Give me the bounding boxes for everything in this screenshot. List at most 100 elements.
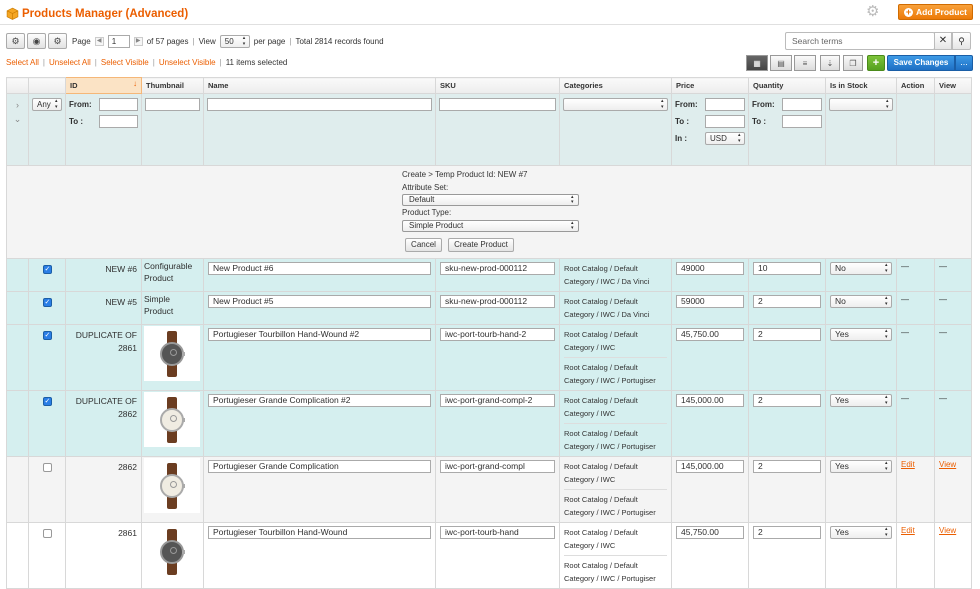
price-input[interactable]: 49000 bbox=[676, 262, 744, 275]
create-product-button[interactable]: Create Product bbox=[448, 238, 514, 252]
settings-gear-icon[interactable]: ⚙ bbox=[6, 33, 25, 49]
name-input[interactable]: Portugieser Grande Complication bbox=[208, 460, 431, 473]
stock-select[interactable]: Yes bbox=[830, 394, 892, 407]
price-input[interactable]: 45,750.00 bbox=[676, 328, 744, 341]
row-checkbox[interactable] bbox=[42, 265, 52, 274]
select-all-link[interactable]: Select All bbox=[6, 58, 39, 67]
col-name[interactable]: Name bbox=[203, 77, 436, 94]
col-quantity[interactable]: Quantity bbox=[748, 77, 826, 94]
col-price[interactable]: Price bbox=[671, 77, 749, 94]
add-product-button[interactable]: + Add Product bbox=[898, 4, 973, 20]
row-checkbox[interactable] bbox=[42, 331, 52, 340]
stock-select[interactable]: Yes bbox=[830, 526, 892, 539]
product-thumbnail[interactable] bbox=[144, 392, 200, 447]
stock-select[interactable]: Yes bbox=[830, 328, 892, 341]
row-checkbox[interactable] bbox=[42, 463, 52, 472]
quantity-input[interactable]: 2 bbox=[753, 394, 821, 407]
qty-to-input[interactable] bbox=[782, 115, 822, 128]
name-input[interactable]: Portugieser Tourbillon Hand-Wound bbox=[208, 526, 431, 539]
stock-select[interactable]: No bbox=[830, 295, 892, 308]
id-to-input[interactable] bbox=[99, 115, 138, 128]
sku-input[interactable]: sku-new-prod-000112 bbox=[440, 262, 555, 275]
pager: Page ◀ 1 ▶ of 57 pages | View 50 per pag… bbox=[72, 34, 384, 48]
gear-icon[interactable]: ⚙ bbox=[866, 4, 882, 20]
col-stock[interactable]: Is in Stock bbox=[825, 77, 897, 94]
next-page-icon[interactable]: ▶ bbox=[133, 36, 143, 46]
price-input[interactable]: 45,750.00 bbox=[676, 526, 744, 539]
table-row: 2861 Portugieser Tourbillon Hand-Wound i… bbox=[6, 522, 972, 589]
cancel-button[interactable]: Cancel bbox=[405, 238, 442, 252]
sku-input[interactable]: iwc-port-grand-compl bbox=[440, 460, 555, 473]
sort-icon[interactable]: ⇣ bbox=[820, 55, 840, 71]
quantity-input[interactable]: 2 bbox=[753, 328, 821, 341]
name-input[interactable]: New Product #6 bbox=[208, 262, 431, 275]
qty-from-input[interactable] bbox=[782, 98, 822, 111]
save-changes-button[interactable]: Save Changes bbox=[887, 55, 955, 71]
price-to-input[interactable] bbox=[705, 115, 745, 128]
edit-link[interactable]: Edit bbox=[901, 460, 915, 469]
plus-icon: + bbox=[904, 6, 913, 17]
grid-view-icon[interactable]: ▦ bbox=[746, 55, 768, 71]
sku-input[interactable]: sku-new-prod-000112 bbox=[440, 295, 555, 308]
watch-image bbox=[160, 462, 185, 509]
view-link[interactable]: View bbox=[939, 526, 956, 535]
more-actions-button[interactable]: ... bbox=[955, 55, 973, 71]
price-from-input[interactable] bbox=[705, 98, 745, 111]
sku-input[interactable]: iwc-port-grand-compl-2 bbox=[440, 394, 555, 407]
per-page-select[interactable]: 50 bbox=[219, 34, 250, 48]
product-thumbnail[interactable] bbox=[144, 458, 200, 513]
sku-input[interactable]: iwc-port-tourb-hand bbox=[440, 526, 555, 539]
copy-icon[interactable]: ❐ bbox=[843, 55, 863, 71]
stock-select[interactable]: No bbox=[830, 262, 892, 275]
page-input[interactable]: 1 bbox=[107, 34, 130, 48]
product-thumbnail[interactable] bbox=[144, 524, 200, 579]
chevron-right-icon[interactable]: › bbox=[10, 100, 25, 110]
configure-gears-icon[interactable]: ⚙ bbox=[48, 33, 67, 49]
id-from-input[interactable] bbox=[99, 98, 138, 111]
price-input[interactable]: 145,000.00 bbox=[676, 460, 744, 473]
view-link[interactable]: View bbox=[939, 460, 956, 469]
thumbnail-filter[interactable] bbox=[145, 98, 200, 111]
select-filter[interactable]: Any bbox=[32, 98, 62, 111]
list-view-icon[interactable]: ▤ bbox=[770, 55, 792, 71]
search-icon[interactable]: ⚲ bbox=[952, 32, 971, 50]
quantity-input[interactable]: 2 bbox=[753, 295, 821, 308]
stock-filter[interactable] bbox=[829, 98, 893, 111]
clear-search-icon[interactable]: ✕ bbox=[934, 32, 952, 50]
chevron-down-icon[interactable]: ⌄ bbox=[10, 114, 25, 124]
attribute-set-select[interactable]: Default bbox=[402, 194, 579, 206]
name-input[interactable]: Portugieser Tourbillon Hand-Wound #2 bbox=[208, 328, 431, 341]
visibility-eye-icon[interactable]: ◉ bbox=[27, 33, 46, 49]
product-type-select[interactable]: Simple Product bbox=[402, 220, 579, 232]
add-row-button[interactable]: + bbox=[867, 55, 885, 71]
selected-count: 11 items selected bbox=[225, 58, 288, 67]
edit-link[interactable]: Edit bbox=[901, 526, 915, 535]
quantity-input[interactable]: 2 bbox=[753, 460, 821, 473]
search-input[interactable]: Search terms bbox=[785, 32, 935, 50]
row-checkbox[interactable] bbox=[42, 397, 52, 406]
price-input[interactable]: 59000 bbox=[676, 295, 744, 308]
name-input[interactable]: Portugieser Grande Complication #2 bbox=[208, 394, 431, 407]
sku-input[interactable]: iwc-port-tourb-hand-2 bbox=[440, 328, 555, 341]
quantity-input[interactable]: 2 bbox=[753, 526, 821, 539]
row-checkbox[interactable] bbox=[42, 298, 52, 307]
categories-filter[interactable] bbox=[563, 98, 668, 111]
col-categories[interactable]: Categories bbox=[559, 77, 672, 94]
row-checkbox[interactable] bbox=[42, 529, 52, 538]
sku-filter[interactable] bbox=[439, 98, 556, 111]
col-sku[interactable]: SKU bbox=[435, 77, 560, 94]
select-visible-link[interactable]: Select Visible bbox=[101, 58, 149, 67]
price-input[interactable]: 145,000.00 bbox=[676, 394, 744, 407]
col-id[interactable]: ID ↓ bbox=[65, 77, 142, 94]
quantity-input[interactable]: 10 bbox=[753, 262, 821, 275]
prev-page-icon[interactable]: ◀ bbox=[94, 36, 104, 46]
unselect-visible-link[interactable]: Unselect Visible bbox=[159, 58, 216, 67]
stock-select[interactable]: Yes bbox=[830, 460, 892, 473]
compact-view-icon[interactable]: ≡ bbox=[794, 55, 816, 71]
unselect-all-link[interactable]: Unselect All bbox=[49, 58, 91, 67]
create-product-row: Create > Temp Product Id: NEW #7 Attribu… bbox=[6, 165, 972, 259]
currency-select[interactable]: USD bbox=[705, 132, 745, 145]
name-input[interactable]: New Product #5 bbox=[208, 295, 431, 308]
product-thumbnail[interactable] bbox=[144, 326, 200, 381]
name-filter[interactable] bbox=[207, 98, 432, 111]
